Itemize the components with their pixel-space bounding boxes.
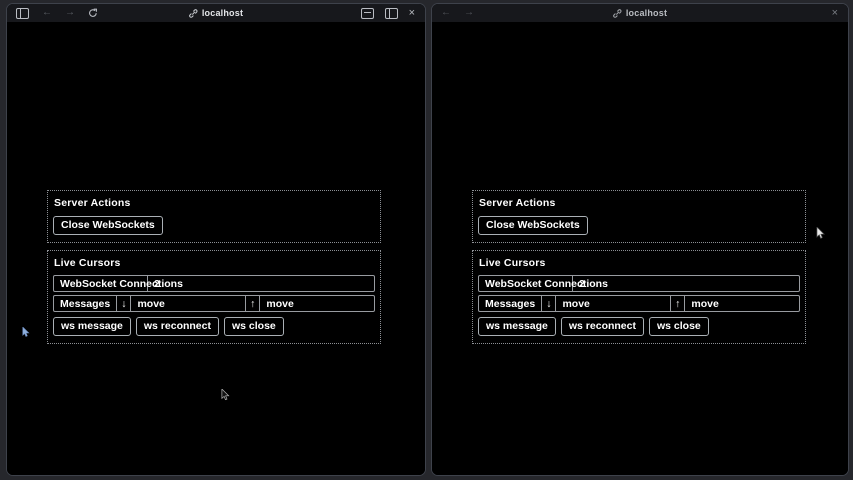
down-arrow-icon: ↓ [542,296,556,311]
address-title: localhost [613,4,667,22]
outgoing-event-value: move [260,296,374,311]
messages-label: Messages [54,296,117,311]
back-icon[interactable]: ← [441,8,451,18]
forward-icon[interactable]: → [464,8,474,18]
connections-row: WebSocket Connections 2 [53,275,375,292]
section-title: Server Actions [54,197,375,209]
close-websockets-button[interactable]: Close WebSockets [53,216,163,235]
section-title: Server Actions [479,197,800,209]
page-title: localhost [202,8,243,18]
close-icon[interactable]: × [832,8,838,18]
incoming-event-value: move [131,296,246,311]
page-content: Server Actions Close WebSockets Live Cur… [432,22,848,475]
close-websockets-button[interactable]: Close WebSockets [478,216,588,235]
connections-label: WebSocket Connections [479,276,573,291]
section-title: Live Cursors [479,257,800,269]
live-cursors-section: Live Cursors WebSocket Connections 2 Mes… [472,250,806,344]
live-cursors-section: Live Cursors WebSocket Connections 2 Mes… [47,250,381,344]
messages-row: Messages ↓ move ↑ move [53,295,375,312]
browser-window-right: ← → localhost × Server Actions Close Web… [431,3,849,476]
address-title: localhost [189,4,243,22]
split-view-icon[interactable] [385,8,398,18]
ws-close-button[interactable]: ws close [649,317,709,336]
ws-message-button[interactable]: ws message [53,317,131,336]
titlebar[interactable]: ← → localhost × [7,4,425,22]
ws-reconnect-button[interactable]: ws reconnect [561,317,644,336]
close-icon[interactable]: × [409,8,415,18]
messages-row: Messages ↓ move ↑ move [478,295,800,312]
reload-icon[interactable] [88,8,98,18]
server-actions-section: Server Actions Close WebSockets [47,190,381,243]
link-icon [189,9,198,18]
up-arrow-icon: ↑ [246,296,260,311]
ws-reconnect-button[interactable]: ws reconnect [136,317,219,336]
section-title: Live Cursors [54,257,375,269]
back-icon[interactable]: ← [42,8,52,18]
ws-buttons-row: ws message ws reconnect ws close [478,317,800,336]
forward-icon[interactable]: → [65,8,75,18]
page-title: localhost [626,8,667,18]
ws-message-button[interactable]: ws message [478,317,556,336]
down-arrow-icon: ↓ [117,296,131,311]
ws-buttons-row: ws message ws reconnect ws close [53,317,375,336]
connections-row: WebSocket Connections 2 [478,275,800,292]
page-actions-icon[interactable] [361,8,374,18]
connections-label: WebSocket Connections [54,276,148,291]
server-actions-section: Server Actions Close WebSockets [472,190,806,243]
messages-label: Messages [479,296,542,311]
outgoing-event-value: move [685,296,799,311]
ws-close-button[interactable]: ws close [224,317,284,336]
page-content: Server Actions Close WebSockets Live Cur… [7,22,425,475]
incoming-event-value: move [556,296,671,311]
sidebar-toggle-icon[interactable] [16,8,29,18]
connections-value: 2 [573,276,799,291]
connections-value: 2 [148,276,374,291]
link-icon [613,9,622,18]
browser-window-left: ← → localhost × Server Actions Close Web… [6,3,426,476]
up-arrow-icon: ↑ [671,296,685,311]
titlebar[interactable]: ← → localhost × [432,4,848,22]
